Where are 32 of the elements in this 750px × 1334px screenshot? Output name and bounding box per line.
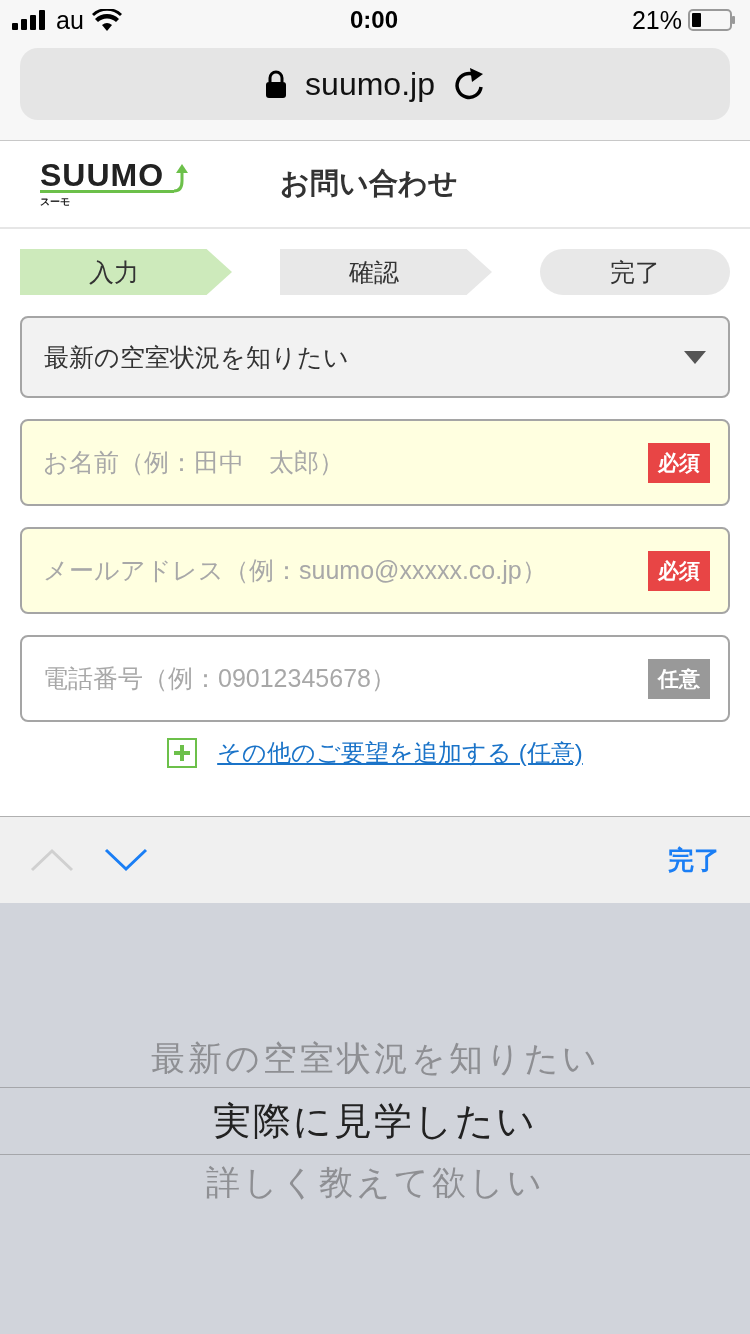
battery-icon (688, 9, 736, 31)
reload-icon[interactable] (452, 67, 485, 101)
required-badge: 必須 (648, 442, 710, 483)
picker-option[interactable]: 詳しく教えて欲しい (0, 1155, 750, 1211)
optional-badge: 任意 (648, 658, 710, 699)
signal-icon (12, 10, 48, 30)
lock-icon (265, 70, 288, 98)
progress-step: 確認 (280, 249, 492, 295)
up-arrow-icon (174, 162, 190, 193)
picker-option[interactable]: 最新の空室状況を知りたい (0, 1031, 750, 1087)
logo-subtitle: スーモ (40, 194, 71, 209)
plus-icon[interactable] (167, 738, 198, 768)
carrier-name: au (56, 5, 84, 35)
chevron-down-icon[interactable] (104, 848, 148, 872)
done-button[interactable]: 完了 (668, 842, 720, 878)
input-field[interactable]: お名前（例：田中 太郎） 必須 (20, 419, 730, 506)
logo-wordmark[interactable]: SUUMO (40, 159, 174, 193)
required-badge: 必須 (648, 550, 710, 591)
progress-step: 完了 (540, 249, 730, 295)
input-field[interactable]: メールアドレス（例：suumo@xxxxx.co.jp） 必須 (20, 527, 730, 614)
dropdown-caret-icon (684, 350, 706, 364)
picker-option[interactable]: 実際に見学したい (0, 1087, 750, 1155)
page-title: お問い合わせ (280, 166, 458, 201)
clock-time: 0:00 (348, 6, 399, 34)
progress-step: 入力 (20, 249, 232, 295)
input-field[interactable]: 電話番号（例：09012345678） 任意 (20, 635, 730, 722)
inquiry-dropdown[interactable]: 最新の空室状況を知りたい (20, 316, 730, 398)
add-request-link[interactable]: その他のご要望を追加する (任意) (217, 737, 583, 769)
wifi-icon (91, 9, 122, 31)
battery-percent: 21% (631, 5, 682, 35)
address-bar[interactable]: suumo.jp (20, 48, 730, 120)
url-text: suumo.jp (305, 65, 435, 103)
